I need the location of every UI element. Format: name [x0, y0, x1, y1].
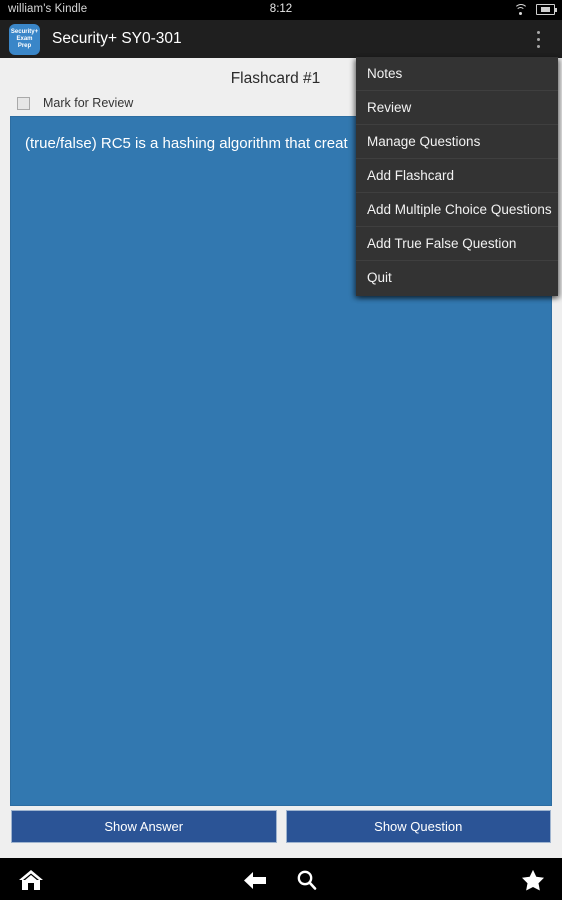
search-icon[interactable] [295, 869, 319, 891]
mark-for-review-row[interactable]: Mark for Review [17, 96, 133, 110]
overflow-dot-2 [536, 38, 540, 41]
system-navigation-bar [0, 858, 562, 900]
star-icon[interactable] [520, 869, 546, 891]
menu-item-quit[interactable]: Quit [356, 261, 558, 295]
back-arrow-icon[interactable] [243, 869, 267, 891]
status-icons-group [513, 3, 557, 15]
menu-item-review[interactable]: Review [356, 91, 558, 125]
show-question-button[interactable]: Show Question [285, 810, 551, 843]
menu-item-manage-questions[interactable]: Manage Questions [356, 125, 558, 159]
menu-item-add-flashcard[interactable]: Add Flashcard [356, 159, 558, 193]
overflow-dot-1 [536, 31, 540, 34]
menu-item-notes[interactable]: Notes [356, 57, 558, 91]
menu-item-add-true-false-question[interactable]: Add True False Question [356, 227, 558, 261]
app-icon: Security+ Exam Prep [9, 23, 40, 55]
overflow-popup-menu[interactable]: Notes Review Manage Questions Add Flashc… [356, 57, 558, 296]
status-bar: william's Kindle 8:12 [0, 0, 562, 20]
app-icon-line-1: Security+ [10, 28, 39, 35]
flashcard-action-buttons: Show Answer Show Question [11, 810, 551, 843]
home-icon[interactable] [18, 869, 44, 891]
device-screen: william's Kindle 8:12 Security+ Exam Pre… [0, 0, 562, 900]
mark-for-review-checkbox[interactable] [17, 96, 30, 110]
battery-icon [536, 3, 557, 15]
action-bar: Security+ Exam Prep Security+ SY0-301 [0, 20, 562, 58]
app-icon-line-3: Prep [17, 42, 32, 49]
app-title: Security+ SY0-301 [52, 30, 182, 47]
wifi-icon [513, 3, 528, 15]
clock-label: 8:12 [269, 3, 293, 15]
show-answer-button[interactable]: Show Answer [11, 810, 277, 843]
menu-item-add-multiple-choice-questions[interactable]: Add Multiple Choice Questions [356, 193, 558, 227]
overflow-dot-3 [536, 45, 540, 48]
app-icon-line-2: Exam [16, 35, 33, 42]
overflow-menu-icon[interactable] [528, 29, 548, 50]
mark-for-review-label: Mark for Review [43, 96, 134, 110]
